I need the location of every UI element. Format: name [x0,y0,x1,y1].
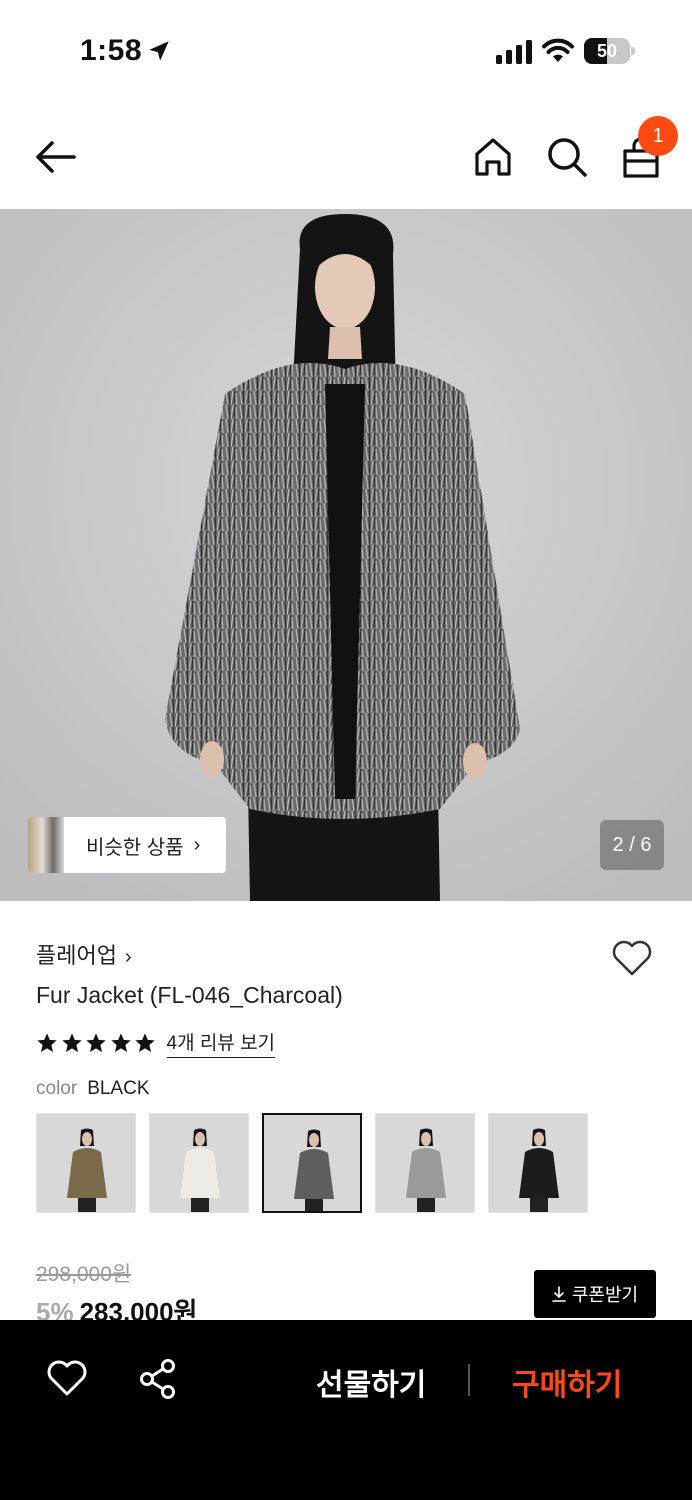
star-icon [86,1033,106,1052]
original-price: 298,000원 [36,1263,132,1286]
wifi-icon [542,38,574,62]
star-icon [110,1033,131,1052]
divider [468,1364,470,1396]
star-icon [37,1033,57,1052]
brand-name: 플레어업 [36,943,117,968]
review-link[interactable]: 4개 리뷰 보기 [166,1028,276,1058]
coupon-label: 쿠폰받기 [571,1285,639,1305]
star-rating [36,1032,159,1054]
color-swatch-black[interactable] [488,1113,588,1213]
battery-percent: 50 [596,41,618,61]
swatch-model-figure [67,1128,107,1212]
similar-products-label: 비슷한 상품 [86,836,184,859]
color-swatch-gray[interactable] [375,1113,475,1213]
bottom-action-bar: 선물하기 구매하기 [0,1320,692,1500]
product-image-carousel[interactable] [0,209,692,901]
swatch-model-figure [406,1128,446,1212]
brand-link[interactable]: 플레어업 › [36,938,132,970]
location-arrow-icon [149,41,169,61]
chevron-right-icon: › [124,946,132,968]
product-photo [0,209,692,901]
top-nav [0,110,692,206]
status-bar: 1:58 50 [0,0,692,100]
star-icon [61,1033,82,1052]
heart-icon[interactable] [46,1358,88,1398]
home-icon[interactable] [468,132,518,182]
similar-products-button[interactable]: 비슷한 상품 › [28,817,226,873]
share-icon[interactable] [138,1358,178,1400]
search-icon[interactable] [542,132,592,182]
cellular-signal-icon [496,40,532,64]
back-arrow-icon[interactable] [30,132,80,182]
gift-button[interactable]: 선물하기 [316,1360,426,1404]
swatch-model-figure [519,1128,559,1212]
chevron-right-icon: › [193,833,201,856]
heart-icon[interactable] [610,936,654,980]
buy-button[interactable]: 구매하기 [512,1360,622,1404]
product-name: Fur Jacket (FL-046_Charcoal) [36,982,343,1008]
color-label: color [36,1078,78,1099]
color-swatches [36,1113,601,1213]
status-time: 1:58 [80,34,143,67]
color-swatch-charcoal[interactable] [262,1113,362,1213]
similar-products-thumbnail [28,817,64,873]
rating-row: 4개 리뷰 보기 [36,1028,276,1058]
color-swatch-brown[interactable] [36,1113,136,1213]
color-row: color BLACK [36,1078,150,1100]
image-counter: 2 / 6 [600,820,664,870]
battery-indicator: 50 [584,38,636,64]
swatch-model-figure [294,1129,334,1211]
color-value: BLACK [87,1078,150,1099]
download-icon [552,1286,566,1302]
star-icon [135,1033,155,1052]
coupon-button[interactable]: 쿠폰받기 [534,1270,656,1318]
color-swatch-white[interactable] [149,1113,249,1213]
cart-count-badge: 1 [638,116,678,156]
swatch-model-figure [180,1128,220,1212]
